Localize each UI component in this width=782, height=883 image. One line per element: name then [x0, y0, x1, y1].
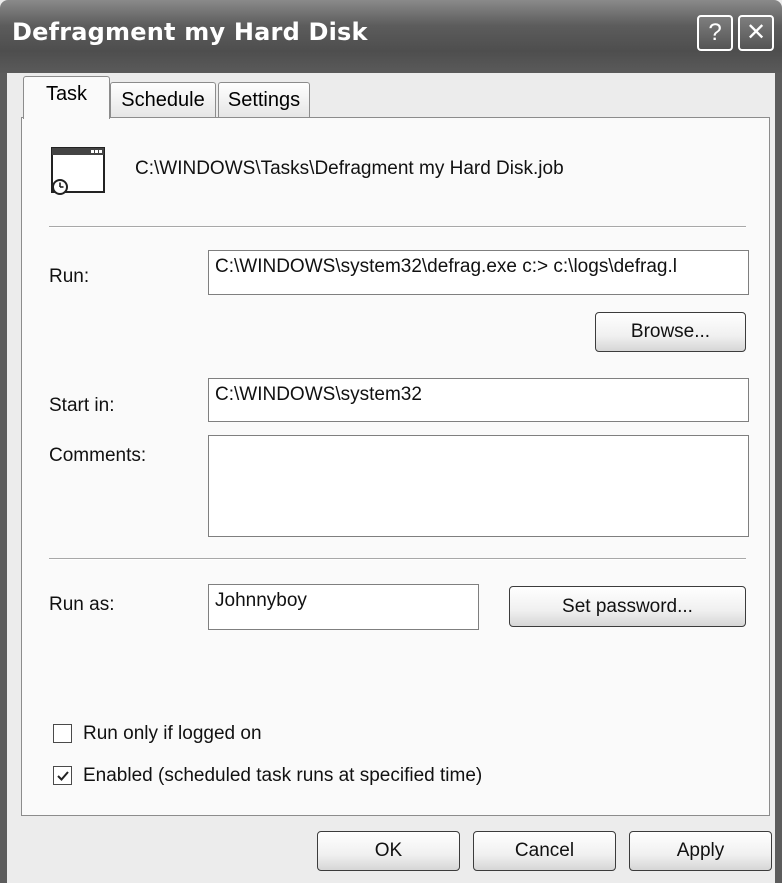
comments-label: Comments: [49, 445, 147, 466]
tab-settings[interactable]: Settings [218, 82, 310, 119]
enabled-label[interactable]: Enabled (scheduled task runs at specifie… [83, 765, 482, 787]
run-command-input[interactable]: C:\WINDOWS\system32\defrag.exe c:> c:\lo… [208, 250, 749, 295]
window-title: Defragment my Hard Disk [12, 18, 368, 46]
help-icon: ? [708, 19, 722, 46]
cancel-button[interactable]: Cancel [473, 831, 616, 871]
separator [49, 558, 746, 560]
checkmark-icon [57, 771, 69, 781]
tab-task[interactable]: Task [23, 76, 110, 119]
separator [49, 226, 746, 228]
ok-button[interactable]: OK [317, 831, 460, 871]
window-frame-left [0, 73, 7, 883]
comments-input[interactable] [208, 435, 749, 537]
task-properties-dialog: Defragment my Hard Disk ? ✕ Task Schedul… [0, 0, 782, 883]
window-frame-right [775, 73, 782, 883]
browse-button[interactable]: Browse... [595, 312, 746, 352]
run-only-logged-on-label[interactable]: Run only if logged on [83, 723, 262, 745]
tab-schedule[interactable]: Schedule [110, 82, 216, 119]
enabled-checkbox[interactable] [53, 766, 72, 785]
close-button[interactable]: ✕ [738, 15, 774, 51]
start-in-label: Start in: [49, 395, 115, 416]
task-panel: C:\WINDOWS\Tasks\Defragment my Hard Disk… [21, 117, 770, 816]
close-icon: ✕ [745, 19, 767, 46]
start-in-input[interactable]: C:\WINDOWS\system32 [208, 378, 749, 422]
run-only-logged-on-checkbox[interactable] [53, 724, 72, 743]
help-button[interactable]: ? [697, 15, 733, 51]
run-as-label: Run as: [49, 594, 115, 615]
apply-button[interactable]: Apply [629, 831, 772, 871]
job-file-path: C:\WINDOWS\Tasks\Defragment my Hard Disk… [135, 158, 564, 179]
title-bar[interactable]: Defragment my Hard Disk ? ✕ [0, 0, 782, 73]
scheduled-task-icon [49, 144, 107, 196]
run-as-input[interactable]: Johnnyboy [208, 584, 479, 630]
set-password-button[interactable]: Set password... [509, 586, 746, 627]
run-label: Run: [49, 266, 90, 287]
